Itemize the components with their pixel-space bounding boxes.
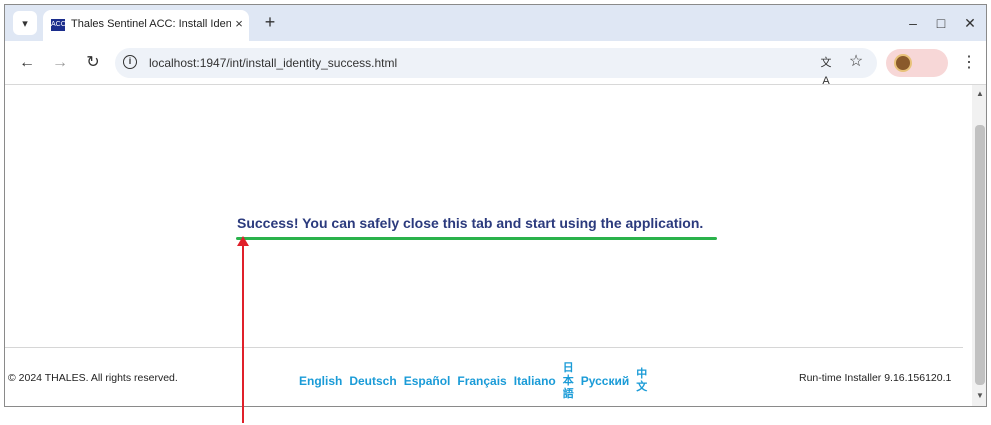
lang-japanese-link[interactable]: 日本語 — [563, 362, 574, 401]
lang-deutsch-link[interactable]: Deutsch — [349, 374, 396, 388]
lang-chinese-link[interactable]: 中文 — [636, 368, 647, 394]
reload-icon[interactable]: ↻ — [81, 51, 105, 75]
success-underline — [236, 237, 717, 240]
tab-search-chevron-icon[interactable]: ▾ — [13, 11, 37, 35]
tab-title: Thales Sentinel ACC: Install Identity — [71, 18, 231, 30]
scroll-thumb[interactable] — [975, 125, 985, 385]
maximize-icon[interactable]: □ — [926, 11, 956, 35]
annotation-arrow-line — [242, 240, 244, 423]
acc-favicon-icon: ACC — [51, 19, 66, 31]
lang-italiano-link[interactable]: Italiano — [514, 374, 556, 388]
url-text[interactable]: localhost:1947/int/install_identity_succ… — [149, 56, 397, 70]
forward-arrow-icon[interactable]: → — [48, 51, 72, 75]
lang-francais-link[interactable]: Français — [457, 374, 506, 388]
page-viewport: Success! You can safely close this tab a… — [5, 85, 972, 406]
scroll-up-arrow-icon[interactable]: ▲ — [972, 89, 986, 101]
minimize-icon[interactable]: – — [898, 11, 928, 35]
site-info-icon[interactable]: i — [123, 55, 137, 69]
runtime-version: Run-time Installer 9.16.156120.1 — [799, 372, 952, 384]
translate-icon[interactable]: 文A — [817, 54, 835, 87]
profile-button[interactable] — [886, 49, 948, 77]
annotation-arrow-head-icon — [237, 236, 249, 246]
kebab-menu-icon[interactable]: ⋮ — [961, 51, 977, 75]
lang-espanol-link[interactable]: Español — [404, 374, 451, 388]
tab-close-icon[interactable]: × — [230, 15, 248, 33]
language-links: English Deutsch Español Français Italian… — [299, 358, 647, 404]
close-window-icon[interactable]: ✕ — [955, 11, 985, 35]
new-tab-button[interactable]: + — [258, 11, 282, 35]
vertical-scrollbar[interactable]: ▲ ▼ — [972, 85, 986, 406]
lang-english-link[interactable]: English — [299, 374, 342, 388]
address-bar[interactable]: i localhost:1947/int/install_identity_su… — [115, 48, 877, 87]
bookmark-star-icon[interactable]: ☆ — [847, 53, 865, 71]
footer-divider — [5, 347, 963, 348]
scroll-down-arrow-icon[interactable]: ▼ — [972, 391, 986, 403]
success-message: Success! You can safely close this tab a… — [237, 215, 704, 231]
browser-toolbar: ← → ↻ i localhost:1947/int/install_ident… — [5, 41, 986, 87]
lang-russian-link[interactable]: Русский — [581, 374, 630, 388]
tab-strip: ▾ ACC Thales Sentinel ACC: Install Ident… — [5, 5, 986, 41]
back-arrow-icon[interactable]: ← — [15, 51, 39, 75]
copyright-text: © 2024 THALES. All rights reserved. — [8, 372, 178, 384]
browser-window: ▾ ACC Thales Sentinel ACC: Install Ident… — [4, 4, 987, 407]
profile-avatar — [894, 54, 912, 72]
tab-active[interactable]: ACC Thales Sentinel ACC: Install Identit… — [43, 10, 249, 41]
